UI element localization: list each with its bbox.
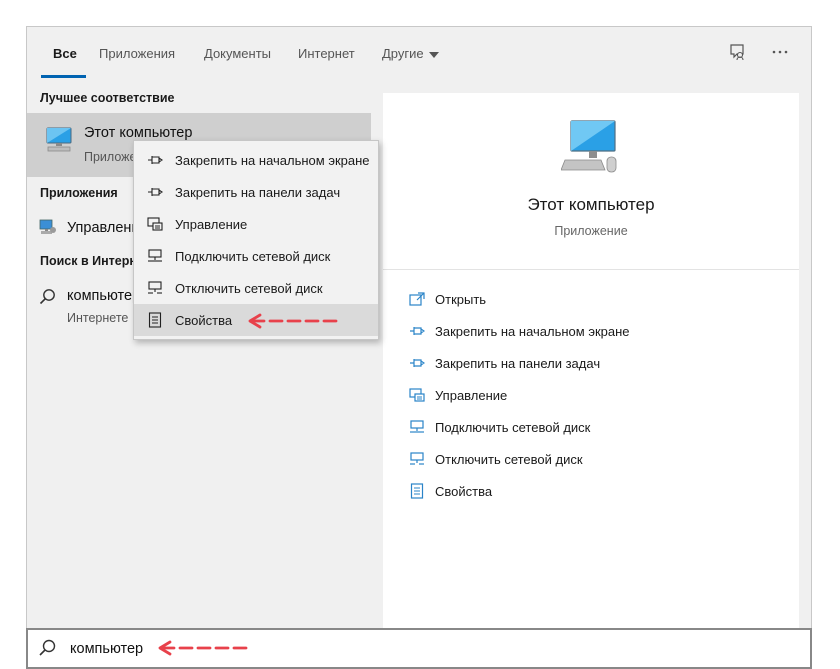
preview-title: Этот компьютер xyxy=(527,195,655,214)
menu-item-map-drive[interactable]: Подключить сетевой диск xyxy=(134,240,378,272)
best-match-heading: Лучшее соответствие xyxy=(40,91,175,105)
disconnect-drive-button[interactable]: Отключить сетевой диск xyxy=(407,449,583,469)
best-match-name: Этот компьютер xyxy=(84,125,193,141)
action-label: Подключить сетевой диск xyxy=(435,419,591,435)
map-drive-icon xyxy=(407,419,427,435)
pin-icon xyxy=(145,152,165,168)
action-label: Закрепить на начальном экране xyxy=(435,323,630,339)
context-menu: Закрепить на начальном экране Закрепить … xyxy=(133,140,379,340)
tab-all[interactable]: Все xyxy=(53,46,77,61)
apps-heading: Приложения xyxy=(40,186,118,200)
disconnect-drive-icon xyxy=(145,280,165,296)
menu-item-label: Отключить сетевой диск xyxy=(175,280,323,296)
action-label: Отключить сетевой диск xyxy=(435,451,583,467)
pin-taskbar-button[interactable]: Закрепить на панели задач xyxy=(407,353,600,373)
preview-pane: Этот компьютер Приложение Открыть Закреп… xyxy=(383,93,799,629)
web-item-label: компьютер xyxy=(67,288,141,304)
chevron-down-icon xyxy=(428,51,439,58)
open-icon xyxy=(407,291,427,307)
pin-taskbar-icon xyxy=(407,355,427,371)
pin-start-button[interactable]: Закрепить на начальном экране xyxy=(407,321,630,341)
feedback-icon[interactable] xyxy=(727,41,749,63)
disconnect-drive-icon xyxy=(407,451,427,467)
action-label: Управление xyxy=(435,387,508,403)
tab-other-label: Другие xyxy=(382,46,424,61)
annotation-arrow-icon xyxy=(158,640,254,656)
menu-item-label: Закрепить на панели задач xyxy=(175,184,341,200)
menu-item-label: Закрепить на начальном экране xyxy=(175,152,370,168)
active-tab-indicator xyxy=(41,75,86,78)
manage-button[interactable]: Управление xyxy=(407,385,507,405)
more-options-icon[interactable] xyxy=(769,41,791,63)
menu-item-pin-taskbar[interactable]: Закрепить на панели задач xyxy=(134,176,378,208)
tab-documents[interactable]: Документы xyxy=(204,46,271,61)
divider xyxy=(383,269,799,270)
properties-button[interactable]: Свойства xyxy=(407,481,492,501)
tab-other[interactable]: Другие xyxy=(382,46,439,61)
annotation-arrow-icon xyxy=(248,313,340,329)
menu-item-pin-start[interactable]: Закрепить на начальном экране xyxy=(134,144,378,176)
web-item-sub: Интернете xyxy=(67,311,129,325)
menu-item-label: Управление xyxy=(175,216,248,232)
map-drive-icon xyxy=(145,248,165,264)
search-icon xyxy=(38,639,56,662)
tab-apps[interactable]: Приложения xyxy=(99,46,175,61)
computer-icon xyxy=(560,119,623,180)
manage-icon xyxy=(407,387,427,403)
menu-item-manage[interactable]: Управление xyxy=(134,208,378,240)
properties-icon xyxy=(407,483,427,499)
search-icon xyxy=(39,288,56,310)
computer-icon xyxy=(45,127,73,158)
pin-taskbar-icon xyxy=(145,184,165,200)
search-window: Все Приложения Документы Интернет Другие… xyxy=(26,26,812,669)
open-button[interactable]: Открыть xyxy=(407,289,486,309)
menu-item-label: Подключить сетевой диск xyxy=(175,248,331,264)
search-box[interactable] xyxy=(26,628,812,669)
action-label: Закрепить на панели задач xyxy=(435,355,601,371)
action-label: Открыть xyxy=(435,291,487,307)
properties-icon xyxy=(145,312,165,328)
manage-icon xyxy=(145,216,165,232)
map-drive-button[interactable]: Подключить сетевой диск xyxy=(407,417,590,437)
action-label: Свойства xyxy=(435,483,493,499)
menu-item-label: Свойства xyxy=(175,312,233,328)
preview-subtitle: Приложение xyxy=(554,224,628,238)
computer-management-icon xyxy=(39,219,57,240)
pin-icon xyxy=(407,323,427,339)
filter-tabs: Все Приложения Документы Интернет Другие xyxy=(27,27,811,83)
tab-internet[interactable]: Интернет xyxy=(298,46,355,61)
menu-item-disconnect-drive[interactable]: Отключить сетевой диск xyxy=(134,272,378,304)
